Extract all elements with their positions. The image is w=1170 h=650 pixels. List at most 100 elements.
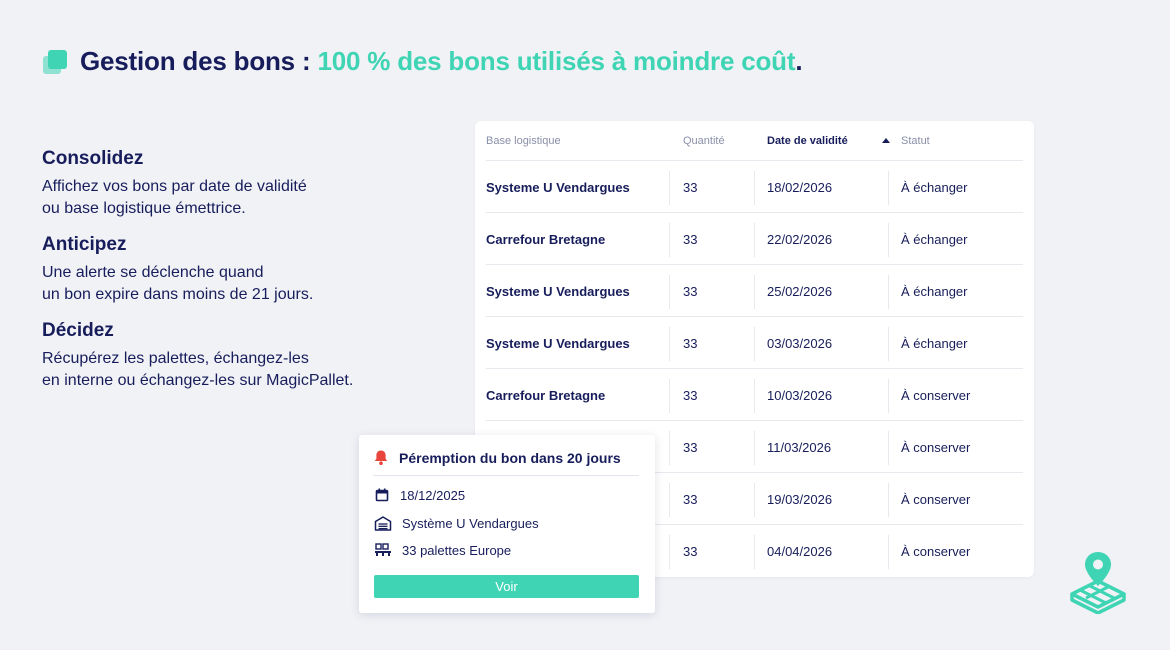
column-divider	[754, 275, 755, 309]
feature-decidez: Décidez Récupérez les palettes, échangez…	[42, 320, 422, 392]
alert-header: Péremption du bon dans 20 jours	[373, 449, 621, 466]
feature-line: Récupérez les palettes, échangez-les	[42, 350, 309, 367]
column-divider	[888, 275, 889, 309]
cell-date: 04/04/2026	[767, 544, 833, 559]
table-header: Base logistique Quantité Date de validit…	[486, 121, 1023, 161]
column-divider	[888, 535, 889, 569]
cell-base: Carrefour Bretagne	[486, 232, 606, 247]
column-divider	[888, 379, 889, 413]
magicpallet-logo-icon	[1070, 552, 1126, 614]
column-divider	[888, 483, 889, 517]
column-divider	[754, 535, 755, 569]
column-divider	[669, 327, 670, 361]
column-divider	[754, 327, 755, 361]
cell-base: Systeme U Vendargues	[486, 284, 630, 299]
feature-description: Récupérez les palettes, échangez-les en i…	[42, 348, 422, 392]
cell-quantity: 33	[683, 388, 698, 403]
page-headline: Gestion des bons : 100 % des bons utilis…	[42, 46, 803, 77]
cell-date: 03/03/2026	[767, 336, 833, 351]
page-title: Gestion des bons : 100 % des bons utilis…	[80, 46, 803, 77]
feature-line: un bon expire dans moins de 21 jours.	[42, 286, 314, 303]
cell-base: Systeme U Vendargues	[486, 336, 630, 351]
column-divider	[754, 223, 755, 257]
cell-status: À échanger	[901, 284, 968, 299]
title-end: .	[795, 46, 803, 76]
column-header-base[interactable]: Base logistique	[486, 135, 561, 147]
cell-status: À conserver	[901, 440, 971, 455]
alert-base-line: Système U Vendargues	[374, 515, 539, 531]
title-highlight: 100 % des bons utilisés à moindre coût	[317, 46, 796, 76]
column-divider	[888, 327, 889, 361]
cell-quantity: 33	[683, 284, 698, 299]
table-row[interactable]: Systeme U Vendargues 33 18/02/2026 À éch…	[486, 161, 1023, 213]
column-divider	[754, 483, 755, 517]
column-header-validity-date[interactable]: Date de validité	[767, 135, 848, 147]
cell-status: À échanger	[901, 180, 968, 195]
column-divider	[888, 431, 889, 465]
cell-status: À conserver	[901, 388, 971, 403]
cell-quantity: 33	[683, 180, 698, 195]
table-row[interactable]: Carrefour Bretagne 33 22/02/2026 À échan…	[486, 213, 1023, 265]
calendar-icon	[375, 488, 389, 502]
feature-description: Affichez vos bons par date de validité ou…	[42, 176, 422, 220]
cell-quantity: 33	[683, 336, 698, 351]
table-row[interactable]: Systeme U Vendargues 33 25/02/2026 À éch…	[486, 265, 1023, 317]
column-divider	[754, 431, 755, 465]
cell-quantity: 33	[683, 232, 698, 247]
cell-date: 25/02/2026	[767, 284, 833, 299]
feature-anticipez: Anticipez Une alerte se déclenche quand u…	[42, 234, 422, 306]
pallets-icon	[375, 543, 391, 556]
alert-date: 18/12/2025	[400, 487, 466, 503]
cell-quantity: 33	[683, 440, 698, 455]
column-divider	[669, 223, 670, 257]
voir-button[interactable]: Voir	[374, 575, 639, 598]
cell-status: À conserver	[901, 492, 971, 507]
cell-base: Carrefour Bretagne	[486, 388, 606, 403]
alert-title: Péremption du bon dans 20 jours	[399, 449, 621, 466]
cell-status: À échanger	[901, 336, 968, 351]
cell-status: À échanger	[901, 232, 968, 247]
column-divider	[669, 483, 670, 517]
feature-line: en interne ou échangez-les sur MagicPall…	[42, 372, 354, 389]
cell-quantity: 33	[683, 492, 698, 507]
feature-title: Anticipez	[42, 234, 127, 255]
table-row[interactable]: Systeme U Vendargues 33 03/03/2026 À éch…	[486, 317, 1023, 369]
warehouse-icon	[374, 516, 392, 531]
bell-icon	[374, 450, 388, 465]
column-divider	[669, 535, 670, 569]
expiry-alert-card: Péremption du bon dans 20 jours 18/12/20…	[359, 435, 655, 613]
alert-base: Système U Vendargues	[402, 515, 539, 531]
column-divider	[669, 171, 670, 205]
column-header-status[interactable]: Statut	[901, 135, 930, 147]
cell-date: 18/02/2026	[767, 180, 833, 195]
column-divider	[669, 431, 670, 465]
column-divider	[669, 379, 670, 413]
cell-date: 10/03/2026	[767, 388, 833, 403]
cell-status: À conserver	[901, 544, 971, 559]
alert-pallets-line: 33 palettes Europe	[374, 542, 511, 558]
sort-ascending-icon[interactable]	[882, 138, 890, 143]
feature-description: Une alerte se déclenche quand un bon expi…	[42, 262, 422, 306]
cell-date: 19/03/2026	[767, 492, 833, 507]
column-divider	[754, 379, 755, 413]
table-row[interactable]: Carrefour Bretagne 33 10/03/2026 À conse…	[486, 369, 1023, 421]
stacked-cards-icon	[43, 49, 67, 74]
feature-line: ou base logistique émettrice.	[42, 200, 246, 217]
alert-divider	[373, 475, 639, 476]
title-prefix: Gestion des bons :	[80, 46, 318, 76]
cell-date: 11/03/2026	[767, 440, 832, 455]
feature-line: Une alerte se déclenche quand	[42, 264, 264, 281]
column-header-quantity[interactable]: Quantité	[683, 135, 725, 147]
cell-quantity: 33	[683, 544, 698, 559]
feature-line: Affichez vos bons par date de validité	[42, 178, 307, 195]
feature-title: Consolidez	[42, 148, 144, 169]
column-divider	[888, 171, 889, 205]
column-divider	[669, 275, 670, 309]
cell-date: 22/02/2026	[767, 232, 833, 247]
cell-base: Systeme U Vendargues	[486, 180, 630, 195]
column-divider	[888, 223, 889, 257]
feature-title: Décidez	[42, 320, 114, 341]
alert-date-line: 18/12/2025	[374, 487, 465, 503]
column-divider	[754, 171, 755, 205]
feature-consolidez: Consolidez Affichez vos bons par date de…	[42, 148, 422, 220]
